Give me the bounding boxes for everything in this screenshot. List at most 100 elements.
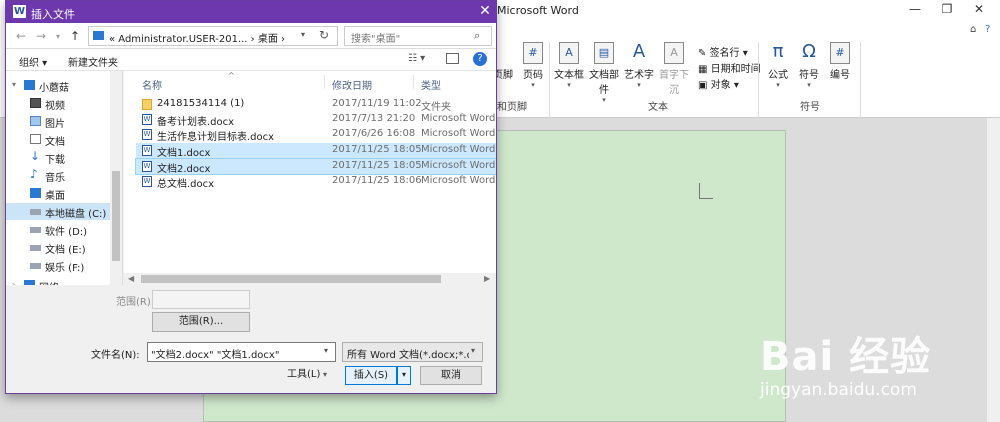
- file-row[interactable]: W 生活作息计划目标表.docx 2017/6/26 16:08 Microso…: [136, 127, 496, 143]
- filetype-select[interactable]: 所有 Word 文档(*.docx;*.docx ▾: [342, 342, 483, 362]
- insert-dropdown-icon[interactable]: ▾: [397, 366, 411, 385]
- word-document-icon: W: [142, 129, 152, 140]
- ribbon-separator: [549, 42, 550, 118]
- scroll-left-icon[interactable]: ◀: [128, 274, 134, 283]
- textbox-button[interactable]: A 文本框 ▾: [553, 42, 585, 89]
- back-arrow-icon[interactable]: ←: [16, 29, 26, 43]
- numbering-button[interactable]: # 编号: [826, 42, 854, 81]
- word-title: Microsoft Word: [497, 4, 579, 17]
- header-footer-group-label: 和页脚: [497, 102, 527, 113]
- change-view-icon[interactable]: ☷ ▾: [408, 53, 425, 64]
- nav-item-desktop[interactable]: 桌面: [6, 185, 110, 202]
- equation-button[interactable]: π 公式 ▾: [764, 42, 792, 90]
- file-row[interactable]: W 备考计划表.docx 2017/7/13 21:20 Microsoft W…: [136, 112, 496, 128]
- insert-button[interactable]: 插入(S): [345, 366, 397, 385]
- recent-locations-icon[interactable]: ▾: [56, 32, 60, 41]
- margin-corner-mark: [699, 183, 713, 199]
- drive-icon: [30, 209, 41, 215]
- drop-cap-button[interactable]: A 首字下沉: [655, 42, 693, 96]
- omega-icon: Ω: [802, 41, 816, 62]
- range-input[interactable]: [152, 290, 250, 309]
- search-icon: ⌕: [474, 29, 481, 42]
- preview-pane-icon[interactable]: [446, 53, 459, 64]
- expand-chevron-icon[interactable]: ›: [12, 280, 15, 285]
- column-header-name[interactable]: 名称: [142, 77, 162, 92]
- search-input[interactable]: 搜索"桌面" ⌕: [344, 26, 492, 46]
- new-folder-button[interactable]: 新建文件夹: [68, 54, 118, 69]
- filename-value: "文档2.docx" "文档1.docx": [151, 350, 280, 361]
- navigation-scrollbar[interactable]: [110, 71, 122, 285]
- file-row-selected[interactable]: W 文档1.docx 2017/11/25 18:05 Microsoft Wo…: [136, 143, 496, 159]
- word-icon: W: [13, 5, 26, 18]
- navigation-scroll-thumb[interactable]: [112, 171, 120, 261]
- organize-button[interactable]: 组织 ▾: [19, 54, 47, 69]
- column-divider[interactable]: [324, 75, 325, 89]
- music-icon: ♪: [30, 167, 38, 181]
- filename-label: 文件名(N):: [91, 350, 140, 361]
- cancel-button[interactable]: 取消: [420, 366, 482, 385]
- nav-item-network[interactable]: › 网络: [6, 277, 110, 285]
- nav-item-this-pc[interactable]: ▾ 小蘑菇: [6, 77, 110, 94]
- symbol-group-label: 符号: [800, 102, 820, 113]
- date-time-button[interactable]: ▦ 日期和时间: [698, 60, 761, 75]
- quick-parts-icon: ▤: [594, 42, 614, 64]
- horizontal-scroll-thumb[interactable]: [141, 275, 441, 283]
- nav-item-drive-c[interactable]: 本地磁盘 (C:): [6, 203, 110, 220]
- nav-item-drive-e[interactable]: 文档 (E:): [6, 239, 110, 256]
- symbol-button[interactable]: Ω 符号 ▾: [795, 41, 823, 90]
- column-divider[interactable]: [413, 75, 414, 89]
- help-ribbon-icon[interactable]: ?: [985, 24, 990, 35]
- file-row[interactable]: W 总文档.docx 2017/11/25 18:06 Microsoft Wo…: [136, 174, 496, 190]
- address-bar[interactable]: « Administrator.USER-201... › 桌面 › ▾ ↻: [88, 26, 338, 46]
- filetype-dropdown-icon[interactable]: ▾: [471, 346, 475, 355]
- nav-item-documents[interactable]: 文档: [6, 131, 110, 148]
- column-header-date[interactable]: 修改日期: [332, 77, 372, 92]
- tools-button[interactable]: 工具(L) ▾: [277, 366, 341, 385]
- drive-icon: [30, 245, 41, 251]
- refresh-icon[interactable]: ↻: [319, 28, 329, 42]
- file-row-selected[interactable]: W 文档2.docx 2017/11/25 18:05 Microsoft Wo…: [135, 158, 496, 175]
- filetype-value: 所有 Word 文档(*.docx;*.docx: [347, 350, 469, 361]
- up-arrow-icon[interactable]: ↑: [70, 29, 80, 43]
- nav-item-drive-f[interactable]: 娱乐 (F:): [6, 257, 110, 274]
- filename-dropdown-icon[interactable]: ▾: [324, 346, 328, 355]
- wordart-button[interactable]: A 艺术字 ▾: [624, 41, 654, 90]
- restore-icon[interactable]: ❐: [932, 2, 962, 16]
- collapse-ribbon-icon[interactable]: ⌂: [970, 24, 976, 35]
- filename-input[interactable]: "文档2.docx" "文档1.docx" ▾: [147, 342, 336, 362]
- column-header-type[interactable]: 类型: [421, 77, 441, 92]
- forward-arrow-icon[interactable]: →: [36, 29, 46, 43]
- nav-item-music[interactable]: ♪ 音乐: [6, 167, 110, 184]
- range-button[interactable]: 范围(R)...: [152, 312, 250, 332]
- desktop-icon: [30, 188, 41, 198]
- nav-item-pictures[interactable]: 图片: [6, 113, 110, 130]
- close-icon[interactable]: ✕: [964, 2, 994, 16]
- nav-item-drive-d[interactable]: 软件 (D:): [6, 221, 110, 238]
- help-icon[interactable]: ?: [473, 52, 487, 66]
- nav-item-videos[interactable]: 视频: [6, 95, 110, 112]
- collapse-chevron-icon[interactable]: ▾: [12, 80, 16, 89]
- dialog-title: 插入文件: [31, 8, 75, 21]
- horizontal-scrollbar[interactable]: ◀ ▶: [124, 273, 496, 285]
- page-number-button[interactable]: # 页码 ▾: [520, 42, 546, 89]
- picture-icon: [30, 116, 41, 126]
- word-document-icon: W: [142, 114, 152, 125]
- dialog-titlebar[interactable]: W 插入文件 ✕: [6, 1, 496, 23]
- file-list: ^ 名称 修改日期 类型 24181534114 (1) 2017/11/19 …: [124, 71, 496, 285]
- signature-line-button[interactable]: ✎ 签名行 ▾: [698, 44, 748, 59]
- file-row[interactable]: 24181534114 (1) 2017/11/19 11:02 文件夹: [136, 97, 496, 113]
- navigation-bar: ← → ▾ ↑ « Administrator.USER-201... › 桌面…: [6, 23, 496, 49]
- minimize-icon[interactable]: —: [900, 2, 930, 16]
- insert-file-dialog: W 插入文件 ✕ ← → ▾ ↑ « Administrator.USER-20…: [5, 0, 497, 394]
- object-button[interactable]: ▣ 对象 ▾: [698, 76, 739, 91]
- address-dropdown-icon[interactable]: ▾: [301, 30, 305, 39]
- dialog-close-icon[interactable]: ✕: [476, 3, 494, 19]
- watermark-logo: Bai 经验: [760, 334, 932, 380]
- scroll-right-icon[interactable]: ▶: [484, 274, 490, 283]
- search-placeholder: 搜索"桌面": [351, 34, 401, 45]
- ribbon-separator: [860, 42, 861, 118]
- wordart-icon: A: [632, 41, 646, 62]
- quick-parts-button[interactable]: ▤ 文档部件 ▾: [586, 42, 622, 104]
- range-label: 范围(R):: [116, 297, 155, 308]
- nav-item-downloads[interactable]: ↓ 下载: [6, 149, 110, 166]
